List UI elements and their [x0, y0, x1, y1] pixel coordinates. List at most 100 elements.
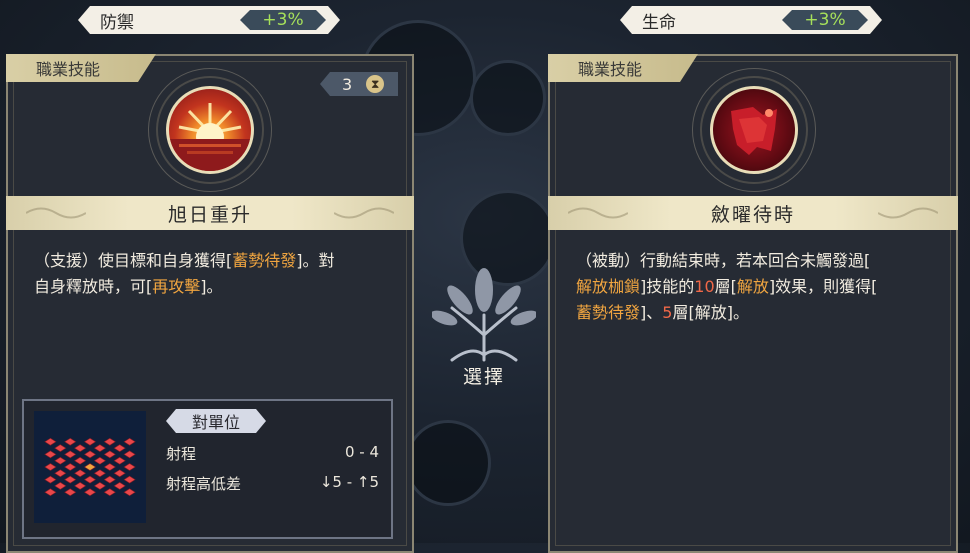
bg-orb [405, 420, 491, 506]
ornament-icon [26, 207, 86, 219]
description-text: （支援）使目標和自身獲得[ [34, 251, 233, 270]
range-tile [123, 488, 136, 497]
range-tile [103, 463, 116, 471]
range-tile [44, 450, 57, 459]
keyword-text: 蓄勢待發 [232, 251, 297, 270]
range-tile [123, 437, 136, 446]
range-tile [113, 444, 126, 452]
range-tile [54, 469, 67, 478]
cost-count-value: 3 [342, 74, 353, 94]
range-tile [103, 450, 116, 459]
skill-title-bar: 斂曜待時 [548, 196, 958, 230]
range-tile [93, 444, 106, 452]
skill-description: （被動）行動結束時，若本回合未觸發過[ 解放枷鎖]技能的10層[解放]效果，則獲得… [576, 248, 934, 326]
range-tile [113, 456, 126, 465]
description-line: （被動）行動結束時，若本回合未觸發過[ [576, 248, 934, 274]
range-tile [83, 475, 97, 484]
range-tile [64, 475, 77, 484]
skill-card-right[interactable]: 職業技能 斂曜待時 （被動）行動結束時，若本回合未觸發過[解放枷鎖]技能的10層… [548, 54, 958, 553]
keyword-text: 10 [694, 277, 715, 296]
range-tile [54, 456, 67, 465]
range-row: 射程 0 - 4 [166, 443, 379, 464]
description-text: ]效果，則獲得[ [768, 277, 878, 296]
range-tile [93, 469, 106, 478]
range-value: 0 - 4 [344, 443, 379, 461]
hourglass-icon: ⧗ [366, 75, 385, 93]
range-tile [103, 488, 116, 497]
ornament-icon [334, 207, 394, 219]
keyword-text: 解放枷鎖 [576, 277, 641, 296]
range-panel: 對單位 射程 0 - 4 射程高低差 ↓5 - ↑5 [22, 399, 393, 539]
range-tile [44, 488, 57, 497]
range-tile [113, 469, 126, 478]
stat-label: 生命 [642, 12, 676, 33]
ornament-icon [568, 207, 628, 219]
range-tile [103, 475, 116, 484]
range-tile [64, 488, 77, 497]
range-header: 對單位 [166, 409, 266, 433]
bg-orb [470, 60, 546, 136]
description-text: 層[解放]。 [672, 303, 749, 322]
description-text: ]。對 [296, 251, 335, 270]
cost-count: 3 ⧗ [320, 72, 398, 96]
description-line: （支援）使目標和自身獲得[蓄勢待發]。對 [34, 248, 390, 274]
card-tag: 職業技能 [6, 54, 156, 82]
sunrise-skill-icon [148, 68, 272, 192]
skill-description: （支援）使目標和自身獲得[蓄勢待發]。對 自身釋放時，可[再攻擊]。 [34, 248, 390, 300]
skill-name: 旭日重升 [167, 203, 252, 226]
range-tile [123, 475, 136, 484]
range-tile [83, 450, 97, 459]
range-tile [83, 463, 97, 471]
description-text: ]、 [640, 303, 663, 322]
skill-card-left[interactable]: 職業技能 3 ⧗ 旭日重升 （支援）使目標和自身獲得[蓄勢待發]。對 自身釋放時，… [6, 54, 414, 553]
range-label: 射程 [166, 445, 197, 463]
range-tile [64, 450, 77, 459]
range-tile [74, 482, 87, 490]
range-tile [74, 469, 87, 478]
range-label: 射程高低差 [166, 475, 242, 493]
description-text: 自身釋放時，可[ [34, 277, 153, 296]
description-line: 蓄勢待發]、5層[解放]。 [576, 300, 934, 326]
stat-value: +3% [782, 10, 868, 30]
description-line: 解放枷鎖]技能的10層[解放]效果，則獲得[ [576, 274, 934, 300]
stat-label: 防禦 [100, 12, 134, 33]
stat-hp: 生命 +3% [620, 6, 882, 34]
description-text: 層[ [714, 277, 737, 296]
stat-defense: 防禦 +3% [78, 6, 340, 34]
range-tile [113, 482, 126, 490]
ornament-icon [878, 207, 938, 219]
description-text: ]技能的 [640, 277, 695, 296]
range-tile [123, 463, 136, 471]
range-tile [44, 463, 57, 471]
description-text: ]。 [200, 277, 223, 296]
range-row: 射程高低差 ↓5 - ↑5 [166, 473, 379, 494]
stat-value: +3% [240, 10, 326, 30]
keyword-text: 5 [662, 303, 673, 322]
range-tile [74, 444, 87, 452]
range-value: ↓5 - ↑5 [319, 473, 379, 491]
range-tile [64, 463, 77, 471]
range-tile [103, 437, 116, 446]
card-tag: 職業技能 [548, 54, 698, 82]
range-tile [54, 482, 67, 490]
range-tile [83, 437, 97, 446]
tree-emblem-icon[interactable] [432, 260, 536, 370]
range-tile [83, 488, 97, 497]
range-grid-icon [34, 411, 146, 523]
keyword-text: 蓄勢待發 [576, 303, 641, 322]
range-tile [44, 437, 57, 446]
range-tile [93, 456, 106, 465]
crimson-skill-icon [692, 68, 816, 192]
range-tile [74, 456, 87, 465]
skill-name: 斂曜待時 [710, 203, 795, 226]
range-tile [123, 450, 136, 459]
keyword-text: 解放 [736, 277, 769, 296]
select-button[interactable]: 選擇 [446, 362, 522, 389]
description-line: 自身釋放時，可[再攻擊]。 [34, 274, 390, 300]
keyword-text: 再攻擊 [152, 277, 201, 296]
range-tile [93, 482, 106, 490]
range-tile [64, 437, 77, 446]
description-text: （被動）行動結束時，若本回合未觸發過[ [576, 251, 871, 270]
skill-title-bar: 旭日重升 [6, 196, 414, 230]
range-tile [54, 444, 67, 452]
